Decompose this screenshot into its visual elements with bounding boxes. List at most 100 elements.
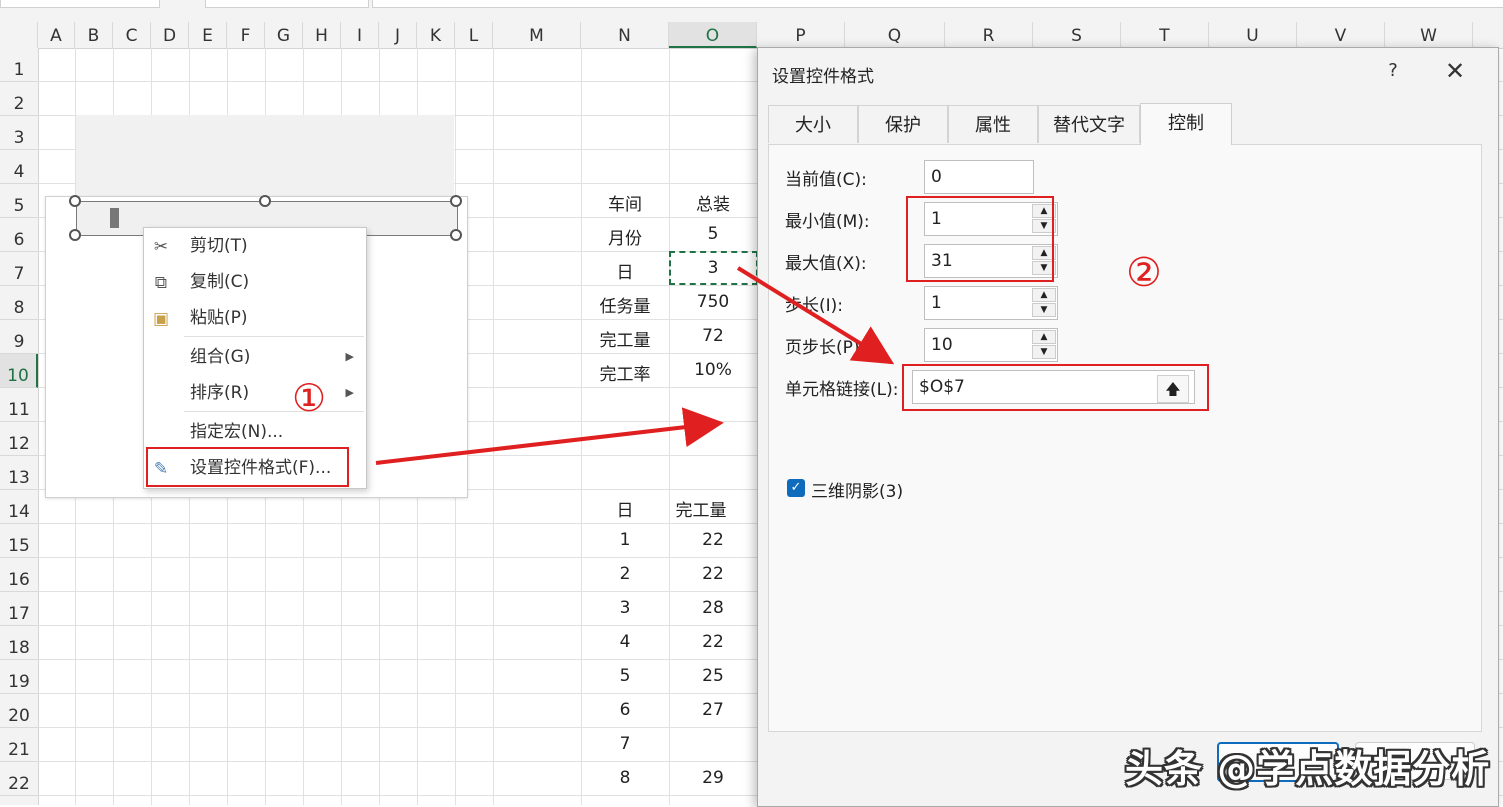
summary-label: 车间 — [608, 195, 642, 215]
summary-value: 72 — [702, 326, 724, 346]
column-header[interactable]: B — [75, 22, 113, 48]
name-box[interactable] — [0, 0, 160, 8]
row-header[interactable]: 17 — [0, 592, 38, 626]
summary-label: 完工量 — [599, 331, 651, 351]
3d-shading-checkbox[interactable]: ✓ — [787, 479, 805, 497]
column-header[interactable]: F — [227, 22, 265, 48]
daily-done: 29 — [702, 768, 724, 788]
resize-handle[interactable] — [259, 195, 271, 207]
column-header[interactable]: P — [757, 22, 845, 48]
resize-handle[interactable] — [450, 229, 462, 241]
tab-properties[interactable]: 属性 — [948, 105, 1038, 143]
copy-icon: ⧉ — [154, 273, 168, 293]
summary-value: 10% — [694, 360, 732, 380]
select-all-corner[interactable] — [0, 22, 38, 48]
column-header[interactable]: N — [581, 22, 669, 48]
row-header[interactable]: 16 — [0, 558, 38, 592]
menu-item-paste[interactable]: ▣ 粘贴(P) — [144, 301, 364, 335]
column-header[interactable]: G — [265, 22, 303, 48]
tab-size[interactable]: 大小 — [768, 105, 858, 143]
row-header[interactable]: 13 — [0, 456, 38, 490]
spin-down-icon: ▼ — [1032, 303, 1056, 317]
row-header[interactable]: 1 — [0, 48, 38, 82]
summary-value: 3 — [707, 258, 719, 278]
row-header[interactable]: 4 — [0, 150, 38, 184]
column-header[interactable]: W — [1385, 22, 1473, 48]
tab-alt-text[interactable]: 替代文字 — [1038, 105, 1140, 143]
column-header[interactable]: U — [1209, 22, 1297, 48]
column-header[interactable]: E — [189, 22, 227, 48]
column-header[interactable]: K — [417, 22, 455, 48]
page-step-field[interactable]: 10 ▲ ▼ — [924, 328, 1058, 362]
scrollbar-thumb[interactable] — [110, 208, 119, 228]
daily-day: 1 — [619, 530, 631, 550]
resize-handle[interactable] — [450, 195, 462, 207]
step-spinner[interactable]: ▲ ▼ — [1032, 288, 1056, 318]
column-header[interactable]: R — [945, 22, 1033, 48]
close-button[interactable]: ✕ — [1440, 56, 1470, 86]
row-header[interactable]: 21 — [0, 728, 38, 762]
row-header[interactable]: 18 — [0, 626, 38, 660]
column-header[interactable]: S — [1033, 22, 1121, 48]
row-header[interactable]: 11 — [0, 388, 38, 422]
resize-handle[interactable] — [69, 229, 81, 241]
column-header[interactable]: V — [1297, 22, 1385, 48]
column-header-row: A B C D E F G H I J K L M N O P Q R S T … — [0, 22, 1503, 49]
menu-separator — [184, 411, 364, 412]
summary-label: 月份 — [608, 229, 642, 249]
row-header[interactable]: 12 — [0, 422, 38, 456]
highlight-min-max — [906, 196, 1054, 282]
row-header[interactable]: 15 — [0, 524, 38, 558]
menu-item-order[interactable]: 排序(R) ▶ — [144, 376, 364, 410]
daily-done: 27 — [702, 700, 724, 720]
column-header[interactable]: J — [379, 22, 417, 48]
daily-header-day: 日 — [616, 501, 634, 521]
highlight-format-control — [146, 447, 349, 487]
daily-day: 5 — [619, 666, 631, 686]
spin-down-icon: ▼ — [1032, 345, 1056, 359]
column-header[interactable]: C — [113, 22, 151, 48]
row-header[interactable]: 20 — [0, 694, 38, 728]
row-header[interactable]: 7 — [0, 252, 38, 286]
step-field[interactable]: 1 ▲ ▼ — [924, 286, 1058, 320]
menu-item-cut[interactable]: ✂ 剪切(T) — [144, 229, 364, 263]
row-header[interactable]: 9 — [0, 320, 38, 354]
daily-day: 8 — [619, 768, 631, 788]
row-header[interactable]: 6 — [0, 218, 38, 252]
summary-label: 任务量 — [599, 297, 651, 317]
column-header[interactable]: Q — [845, 22, 945, 48]
row-header[interactable]: 14 — [0, 490, 38, 524]
column-header[interactable]: L — [455, 22, 493, 48]
tab-protection[interactable]: 保护 — [858, 105, 948, 143]
row-header[interactable]: 5 — [0, 184, 38, 218]
menu-item-copy[interactable]: ⧉ 复制(C) — [144, 265, 364, 299]
row-header-selected[interactable]: 10 — [0, 354, 38, 388]
page-step-label: 页步长(P): — [785, 338, 866, 358]
row-header[interactable]: 8 — [0, 286, 38, 320]
row-header[interactable]: 19 — [0, 660, 38, 694]
summary-value: 5 — [707, 224, 719, 244]
watermark: 头条 @学点数据分析 — [1125, 747, 1491, 791]
daily-done: 22 — [702, 564, 724, 584]
resize-handle[interactable] — [69, 195, 81, 207]
column-header[interactable]: M — [493, 22, 581, 48]
page-step-spinner[interactable]: ▲ ▼ — [1032, 330, 1056, 360]
column-header[interactable]: T — [1121, 22, 1209, 48]
current-value-field[interactable]: 0 — [924, 160, 1034, 194]
column-header[interactable]: I — [341, 22, 379, 48]
column-header[interactable]: H — [303, 22, 341, 48]
row-header[interactable]: 2 — [0, 82, 38, 116]
formula-input[interactable] — [372, 0, 1503, 8]
column-header-selected[interactable]: O — [669, 22, 757, 48]
column-header[interactable]: A — [38, 22, 75, 48]
shaded-block — [76, 115, 454, 197]
daily-day: 7 — [619, 734, 631, 754]
tab-control[interactable]: 控制 — [1140, 103, 1232, 145]
submenu-arrow-icon: ▶ — [345, 350, 354, 363]
menu-item-assign-macro[interactable]: 指定宏(N)... — [144, 415, 364, 449]
column-header[interactable]: D — [151, 22, 189, 48]
row-header[interactable]: 3 — [0, 116, 38, 150]
menu-item-group[interactable]: 组合(G) ▶ — [144, 340, 364, 374]
help-button[interactable]: ? — [1380, 58, 1406, 84]
row-header[interactable]: 22 — [0, 762, 38, 796]
